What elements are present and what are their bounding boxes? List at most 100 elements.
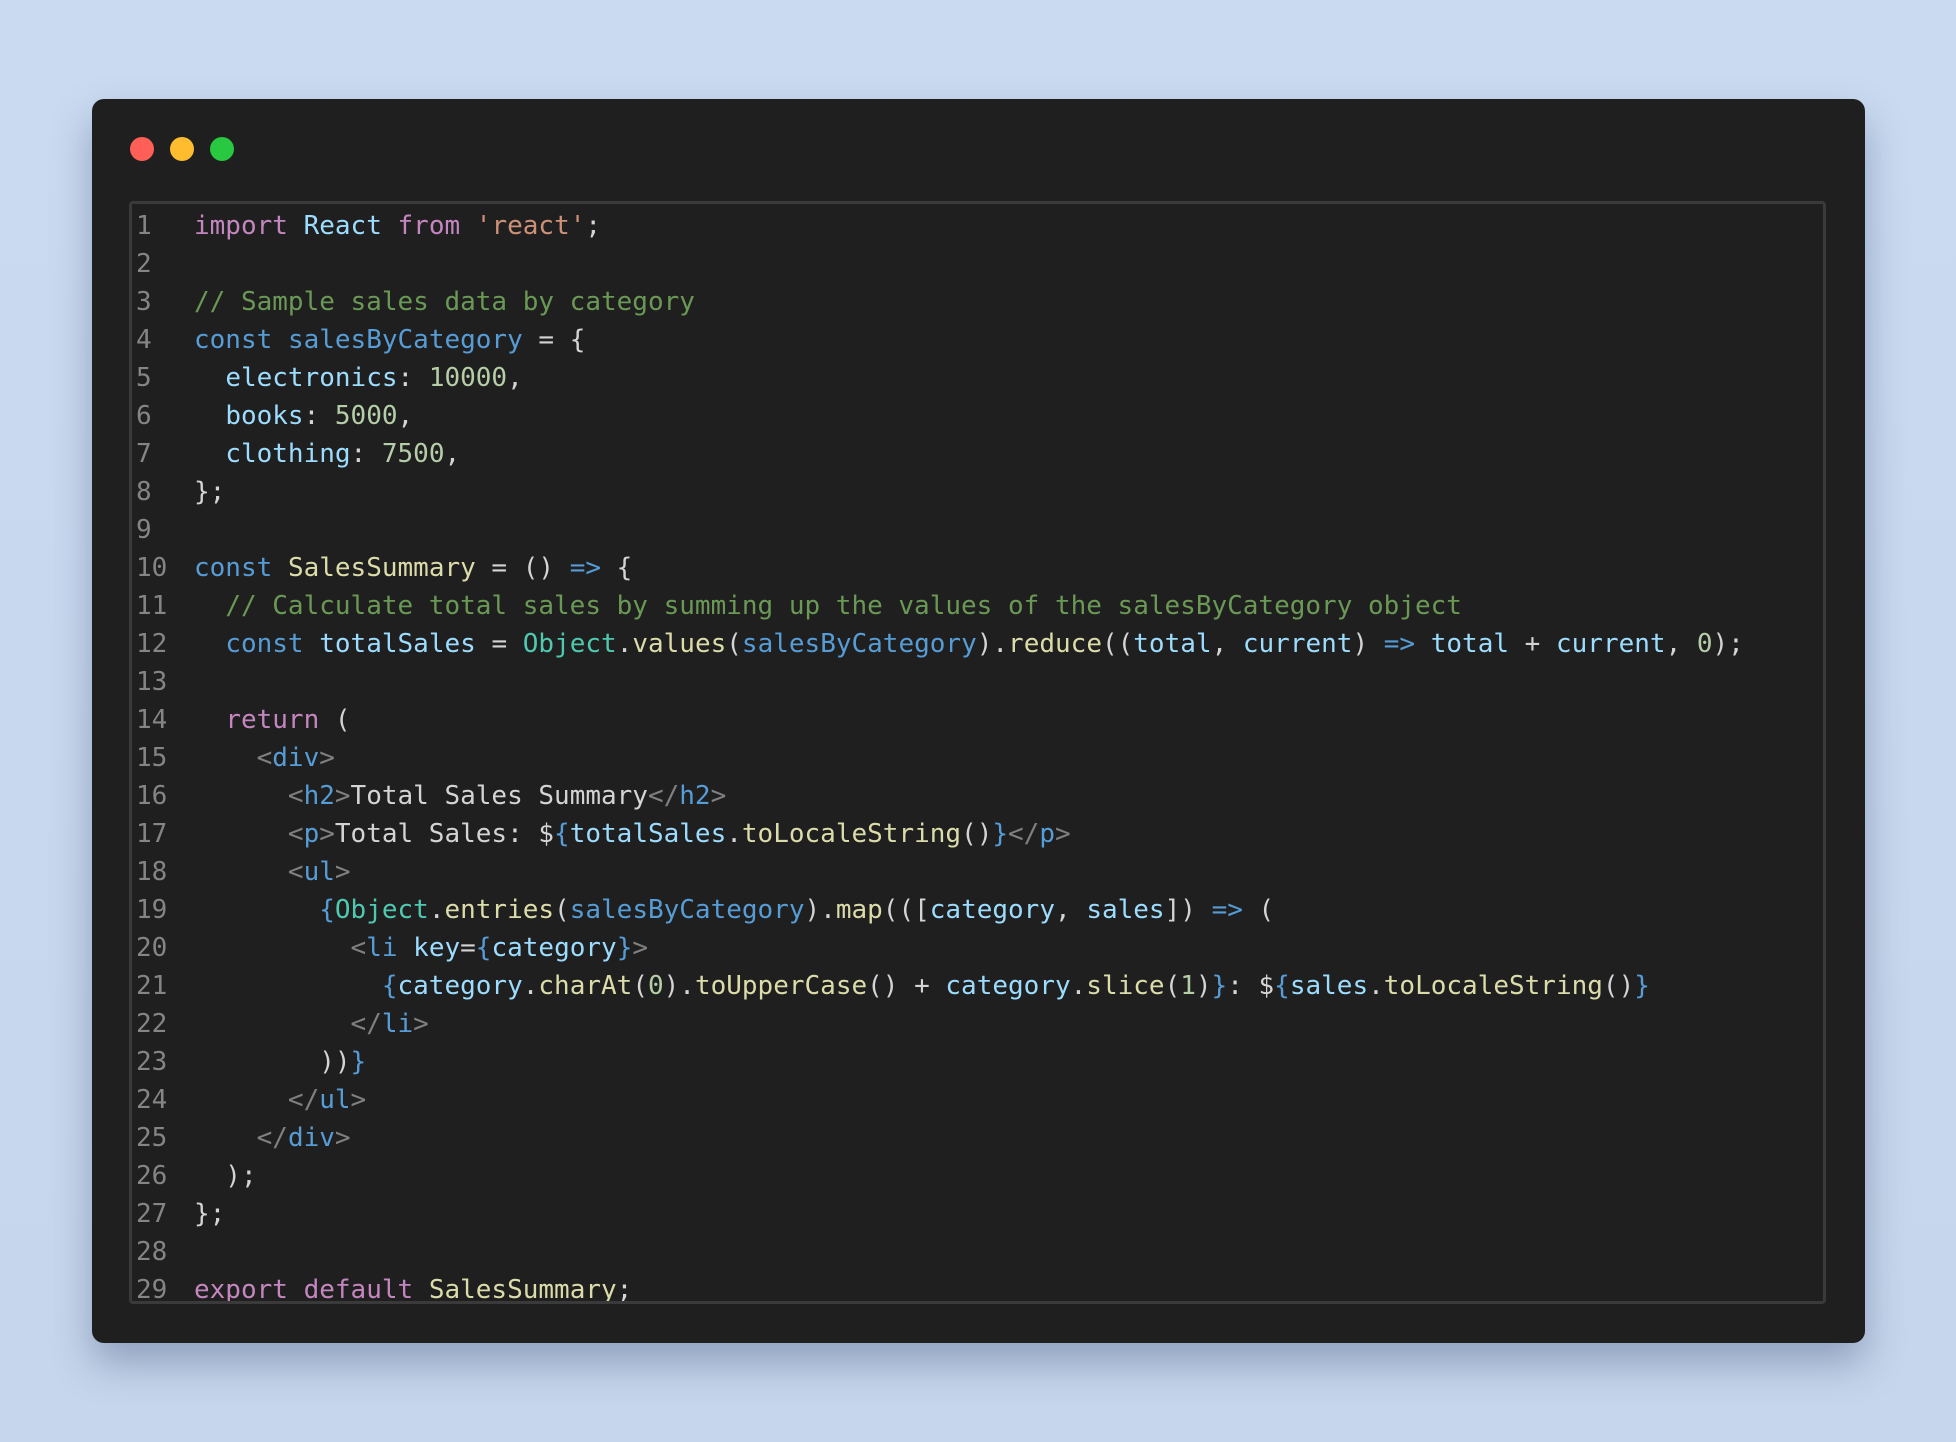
code-token: > (632, 933, 648, 963)
code-token: . (522, 971, 539, 1001)
code-token: 7500 (381, 439, 445, 469)
code-token: > (319, 819, 335, 849)
code-token: > (1055, 819, 1071, 849)
code-token: { (554, 819, 570, 849)
code-token: Total Sales Summary (350, 781, 648, 811)
code-token: Total Sales: $ (334, 819, 555, 849)
code-token: export (194, 1275, 288, 1304)
code-token: > (334, 857, 351, 887)
code-token: { (601, 553, 633, 583)
code-token: : (303, 401, 335, 431)
code-token: salesByCategory (741, 629, 977, 659)
code-token: 0 (647, 971, 664, 1001)
code-token: > (334, 1123, 351, 1153)
code-token: current (1555, 629, 1666, 659)
code-token: ( (319, 705, 351, 735)
code-token: // Sample sales data by category (194, 287, 695, 317)
code-token: key (413, 933, 461, 963)
line-number: 22 (136, 1009, 168, 1039)
line-number: 29 (136, 1275, 168, 1304)
code-token: ( (632, 971, 648, 1001)
code-token: ( (1242, 895, 1275, 925)
code-text: <h2>Total Sales Summary</h2> (194, 777, 726, 815)
code-token: ul (319, 1085, 351, 1115)
line-number: 19 (136, 895, 168, 925)
code-token: import (194, 211, 288, 241)
code-token: ; (585, 211, 602, 241)
code-token: = { (522, 325, 586, 355)
code-token: li (366, 933, 398, 963)
code-token: < (287, 857, 304, 887)
code-token: 'react' (475, 211, 586, 241)
code-text: <li key={category}> (194, 929, 648, 967)
code-token: salesByCategory (287, 325, 523, 355)
line-number: 6 (136, 401, 152, 431)
code-token: , (1211, 629, 1243, 659)
line-number: 13 (136, 667, 168, 697)
code-token: (([ (882, 895, 930, 925)
code-token: } (1634, 971, 1650, 1001)
code-token: 5000 (334, 401, 398, 431)
minimize-dot-icon[interactable] (170, 137, 194, 161)
code-token: , (444, 439, 461, 469)
code-token: ul (303, 857, 335, 887)
code-token: totalSales (569, 819, 727, 849)
code-token: </ (287, 1085, 320, 1115)
code-token: li (381, 1009, 414, 1039)
code-token: toLocaleString (741, 819, 962, 849)
code-token: ). (804, 895, 836, 925)
maximize-dot-icon[interactable] (210, 137, 234, 161)
code-token: ]) (1164, 895, 1212, 925)
code-text: // Sample sales data by category (194, 283, 695, 321)
code-token: total (1430, 629, 1510, 659)
code-token: const (225, 629, 304, 659)
code-text: const SalesSummary = () => { (194, 549, 632, 587)
line-number: 23 (136, 1047, 168, 1077)
code-token: ( (554, 895, 570, 925)
code-token: toLocaleString (1383, 971, 1603, 1001)
code-text: {category.charAt(0).toUpperCase() + cate… (194, 967, 1650, 1005)
code-token: entries (444, 895, 555, 925)
line-number: 8 (136, 477, 152, 507)
code-token: clothing (225, 439, 351, 469)
code-token: 0 (1696, 629, 1713, 659)
code-token: </ (1008, 819, 1040, 849)
code-token: div (287, 1123, 335, 1153)
code-token: p (303, 819, 320, 849)
code-token: </ (350, 1009, 382, 1039)
code-token: }; (194, 1199, 226, 1229)
code-token: category (929, 895, 1055, 925)
code-token: . (428, 895, 445, 925)
code-token: sales (1086, 895, 1165, 925)
code-token: { (381, 971, 398, 1001)
code-token: slice (1086, 971, 1165, 1001)
line-number: 5 (136, 363, 152, 393)
code-token: < (256, 743, 273, 773)
code-token: , (507, 363, 523, 393)
code-text: export default SalesSummary; (194, 1271, 632, 1304)
code-token: SalesSummary (428, 1275, 617, 1304)
code-text: return ( (194, 701, 351, 739)
code-text: <ul> (194, 853, 351, 891)
line-number: 28 (136, 1237, 168, 1267)
code-token: : (350, 439, 382, 469)
code-token: values (632, 629, 727, 659)
code-text: const totalSales = Object.values(salesBy… (194, 625, 1744, 663)
code-token: h2 (303, 781, 335, 811)
code-token: } (616, 933, 633, 963)
code-editor[interactable]: 1 import React from 'react'; 2 3// Sample s… (129, 201, 1826, 1304)
code-token: (( (1101, 629, 1134, 659)
code-token: totalSales (319, 629, 476, 659)
code-text: const salesByCategory = { (194, 321, 585, 359)
code-token: }; (194, 477, 226, 507)
close-dot-icon[interactable] (130, 137, 154, 161)
